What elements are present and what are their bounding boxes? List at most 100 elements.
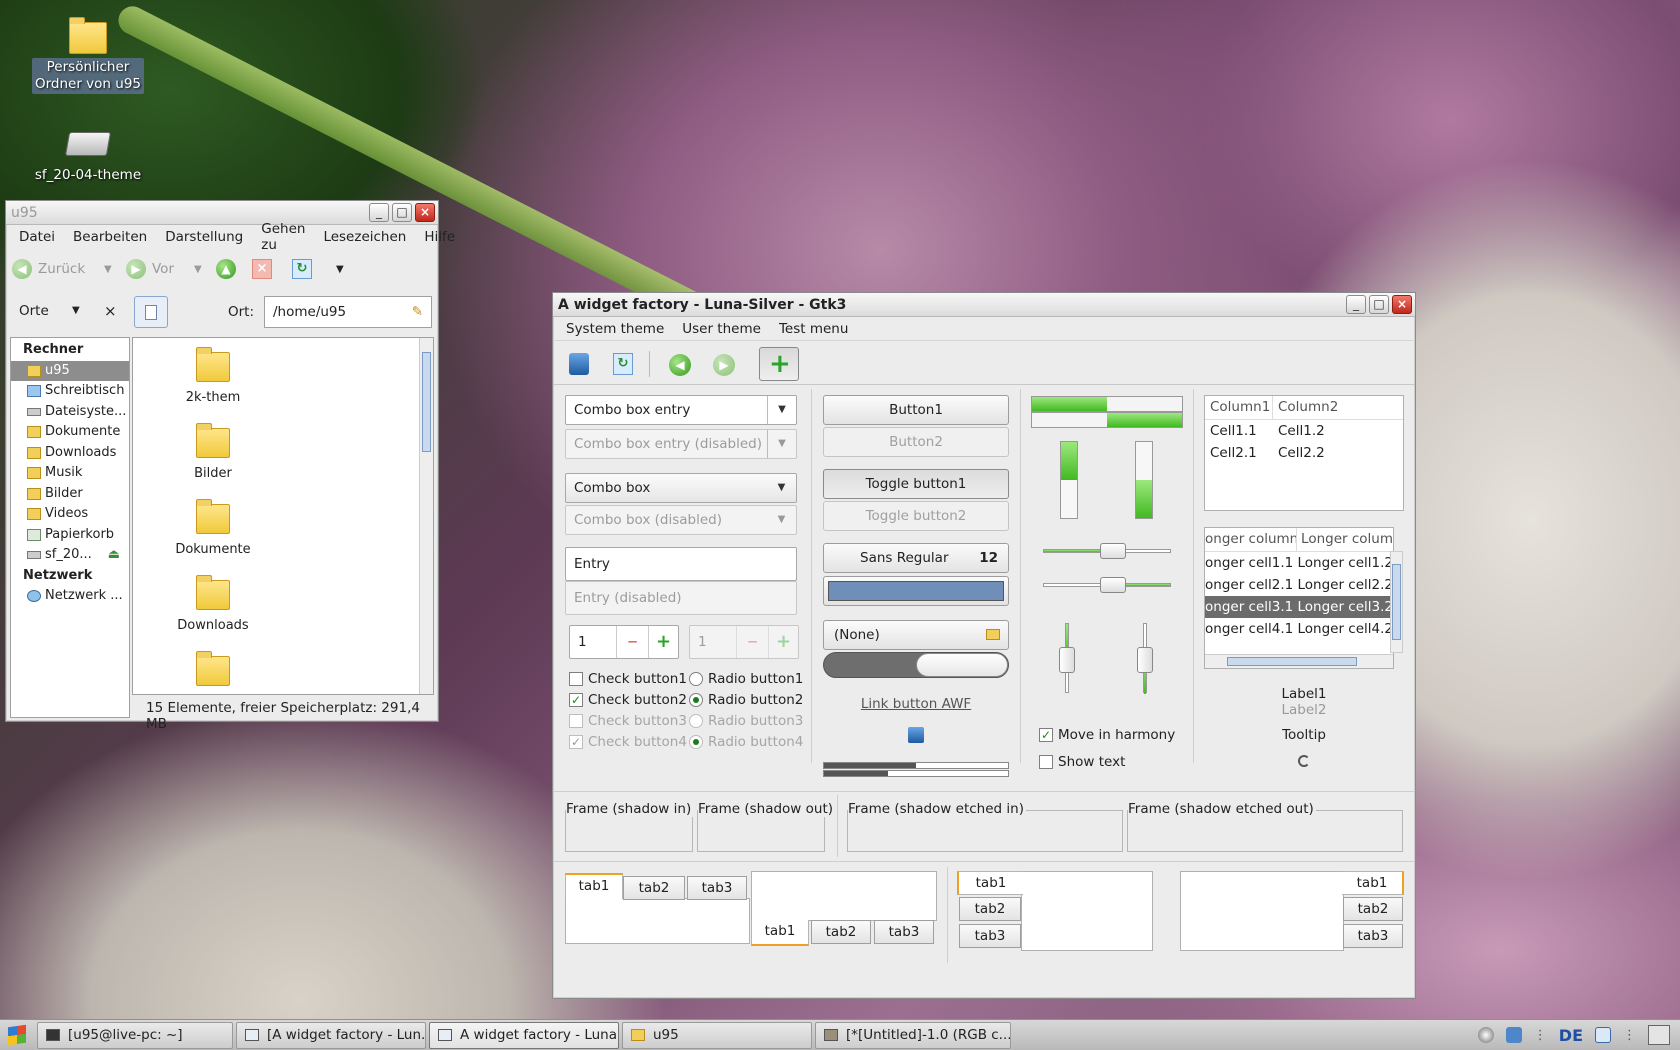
desktop-icon-home[interactable]: Persönlicher Ordner von u95 xyxy=(29,17,147,94)
toolbar-overflow-icon[interactable]: ▼ xyxy=(336,264,344,275)
close-sidebar-icon[interactable]: × xyxy=(104,296,117,326)
tab-tab3[interactable]: tab3 xyxy=(959,924,1021,948)
menu-darstellung[interactable]: Darstellung xyxy=(156,229,252,245)
tab-tab2[interactable]: tab2 xyxy=(623,876,685,900)
reload-icon[interactable]: ↻ xyxy=(292,259,312,279)
back-arrow-icon[interactable]: ◀ xyxy=(12,259,32,279)
file-item[interactable]: Downloads xyxy=(153,575,273,633)
stop-icon[interactable]: × xyxy=(252,259,272,279)
move-in-harmony-checkbox[interactable]: ✓ Move in harmony xyxy=(1039,727,1175,743)
eject-icon[interactable]: ⏏ xyxy=(108,545,120,566)
check-button1[interactable]: Check button1 xyxy=(569,671,687,687)
task-file-manager[interactable]: u95 xyxy=(622,1021,812,1049)
minus-icon[interactable]: − xyxy=(616,626,648,658)
sidebar-item-downloads[interactable]: Downloads xyxy=(11,443,129,464)
menu-system-theme[interactable]: System theme xyxy=(557,321,673,337)
combo-box-entry[interactable]: Combo box entry ▼ xyxy=(565,395,797,425)
task-widget-factory-2[interactable]: A widget factory - Luna... xyxy=(429,1021,619,1049)
switch[interactable] xyxy=(823,652,1009,678)
network-tray-icon[interactable] xyxy=(1477,1027,1494,1043)
forward-arrow-icon[interactable]: ▶ xyxy=(126,259,146,279)
tab-tab3[interactable]: tab3 xyxy=(687,876,747,900)
task-terminal[interactable]: [u95@live-pc: ~] xyxy=(37,1021,233,1049)
update-tray-icon[interactable] xyxy=(1505,1027,1522,1043)
slider-handle[interactable] xyxy=(1100,543,1126,559)
tab-tab1[interactable]: tab1 xyxy=(751,920,809,946)
path-button[interactable] xyxy=(134,296,168,328)
sidebar-item-musik[interactable]: Musik xyxy=(11,463,129,484)
forward-dropdown-icon[interactable]: ▼ xyxy=(194,264,210,275)
task-gimp[interactable]: [*[Untitled]-1.0 (RGB c... xyxy=(815,1021,1011,1049)
tab-tab2[interactable]: tab2 xyxy=(959,897,1021,921)
network-icon[interactable] xyxy=(908,727,924,743)
tab-tab3[interactable]: tab3 xyxy=(1343,924,1403,948)
sidebar-item-dokumente[interactable]: Dokumente xyxy=(11,422,129,443)
start-menu-button[interactable] xyxy=(0,1021,34,1050)
clear-location-icon[interactable]: ✎ xyxy=(412,297,423,327)
link-button[interactable]: Link button AWF xyxy=(823,696,1009,712)
clipboard-tray-icon[interactable] xyxy=(1595,1027,1611,1043)
slider-handle[interactable] xyxy=(1137,647,1153,673)
tab-tab1[interactable]: tab1 xyxy=(1342,871,1404,895)
vertical-slider-1[interactable] xyxy=(1059,623,1075,693)
menu-hilfe[interactable]: Hilfe xyxy=(415,229,464,245)
tab-tab2[interactable]: tab2 xyxy=(1343,897,1403,921)
maximize-button[interactable]: □ xyxy=(392,203,412,222)
table-row[interactable]: onger cell3.1 Longer cell3.2 xyxy=(1205,596,1393,618)
back-arrow-icon[interactable]: ◀ xyxy=(669,354,691,376)
column-header[interactable]: Column2 xyxy=(1273,396,1338,419)
menu-lesezeichen[interactable]: Lesezeichen xyxy=(314,229,415,245)
sidebar-item-videos[interactable]: Videos xyxy=(11,504,129,525)
maximize-button[interactable]: □ xyxy=(1369,295,1389,314)
column-header[interactable]: onger column1 xyxy=(1205,528,1298,551)
switch-knob[interactable] xyxy=(916,653,1008,677)
location-input[interactable]: /home/u95 ✎ xyxy=(264,296,432,328)
up-arrow-icon[interactable]: ▲ xyxy=(216,259,236,279)
sidebar-item-u95[interactable]: u95 xyxy=(11,360,129,381)
widget-factory-titlebar[interactable]: A widget factory - Luna-Silver - Gtk3 _ … xyxy=(553,293,1415,317)
scrollbar-thumb[interactable] xyxy=(1227,657,1357,666)
add-toggle-button[interactable]: + xyxy=(759,347,799,381)
refresh-icon[interactable]: ↻ xyxy=(613,353,633,375)
file-manager-titlebar[interactable]: u95 _ □ × xyxy=(6,201,438,225)
sidebar-item-schreibtisch[interactable]: Schreibtisch xyxy=(11,381,129,402)
file-item[interactable] xyxy=(153,651,273,690)
entry[interactable]: Entry xyxy=(565,547,797,581)
tab-tab3[interactable]: tab3 xyxy=(874,920,934,944)
column-header[interactable]: Column1 xyxy=(1205,396,1273,419)
show-desktop-icon[interactable] xyxy=(1648,1025,1670,1045)
horizontal-scrollbar[interactable] xyxy=(1205,654,1393,668)
forward-button[interactable]: Vor xyxy=(152,261,188,277)
task-widget-factory-1[interactable]: [A widget factory - Lun... xyxy=(236,1021,426,1049)
close-button[interactable]: × xyxy=(1392,295,1412,314)
chevron-down-icon[interactable]: ▼ xyxy=(767,396,796,424)
tab-tab1[interactable]: tab1 xyxy=(957,871,1023,895)
close-button[interactable]: × xyxy=(415,203,435,222)
menu-datei[interactable]: Datei xyxy=(10,229,64,245)
file-view-scrollbar[interactable] xyxy=(419,338,433,694)
slider-handle[interactable] xyxy=(1059,647,1075,673)
sidebar-item-bilder[interactable]: Bilder xyxy=(11,484,129,505)
scrollbar-thumb[interactable] xyxy=(1392,564,1401,640)
back-dropdown-icon[interactable]: ▼ xyxy=(104,264,120,275)
horizontal-slider-2[interactable] xyxy=(1043,577,1171,593)
spin-button[interactable]: 1 − + xyxy=(569,625,679,659)
keyboard-layout-indicator[interactable]: DE xyxy=(1559,1026,1583,1045)
file-item[interactable]: Dokumente xyxy=(153,499,273,557)
check-button2[interactable]: ✓ Check button2 xyxy=(569,692,687,708)
slider-handle[interactable] xyxy=(1100,577,1126,593)
network-icon[interactable] xyxy=(569,353,589,375)
sidebar-item-dateisystem[interactable]: Dateisyste... xyxy=(11,402,129,423)
toggle-button1[interactable]: Toggle button1 xyxy=(823,469,1009,499)
table-row[interactable]: onger cell1.1 Longer cell1.2 xyxy=(1205,552,1393,574)
menu-bearbeiten[interactable]: Bearbeiten xyxy=(64,229,156,245)
menu-test-menu[interactable]: Test menu xyxy=(770,321,857,337)
column-header[interactable]: Longer colum xyxy=(1297,528,1393,551)
file-item[interactable]: Bilder xyxy=(153,423,273,481)
sidebar-item-netzwerk[interactable]: Netzwerk ... xyxy=(11,586,129,607)
desktop-icon-drive[interactable]: sf_20-04-theme xyxy=(29,132,147,185)
back-button[interactable]: Zurück xyxy=(38,261,98,277)
horizontal-slider-1[interactable] xyxy=(1043,543,1171,559)
plus-icon[interactable]: + xyxy=(648,626,678,658)
file-item[interactable]: 2k-them xyxy=(153,347,273,405)
